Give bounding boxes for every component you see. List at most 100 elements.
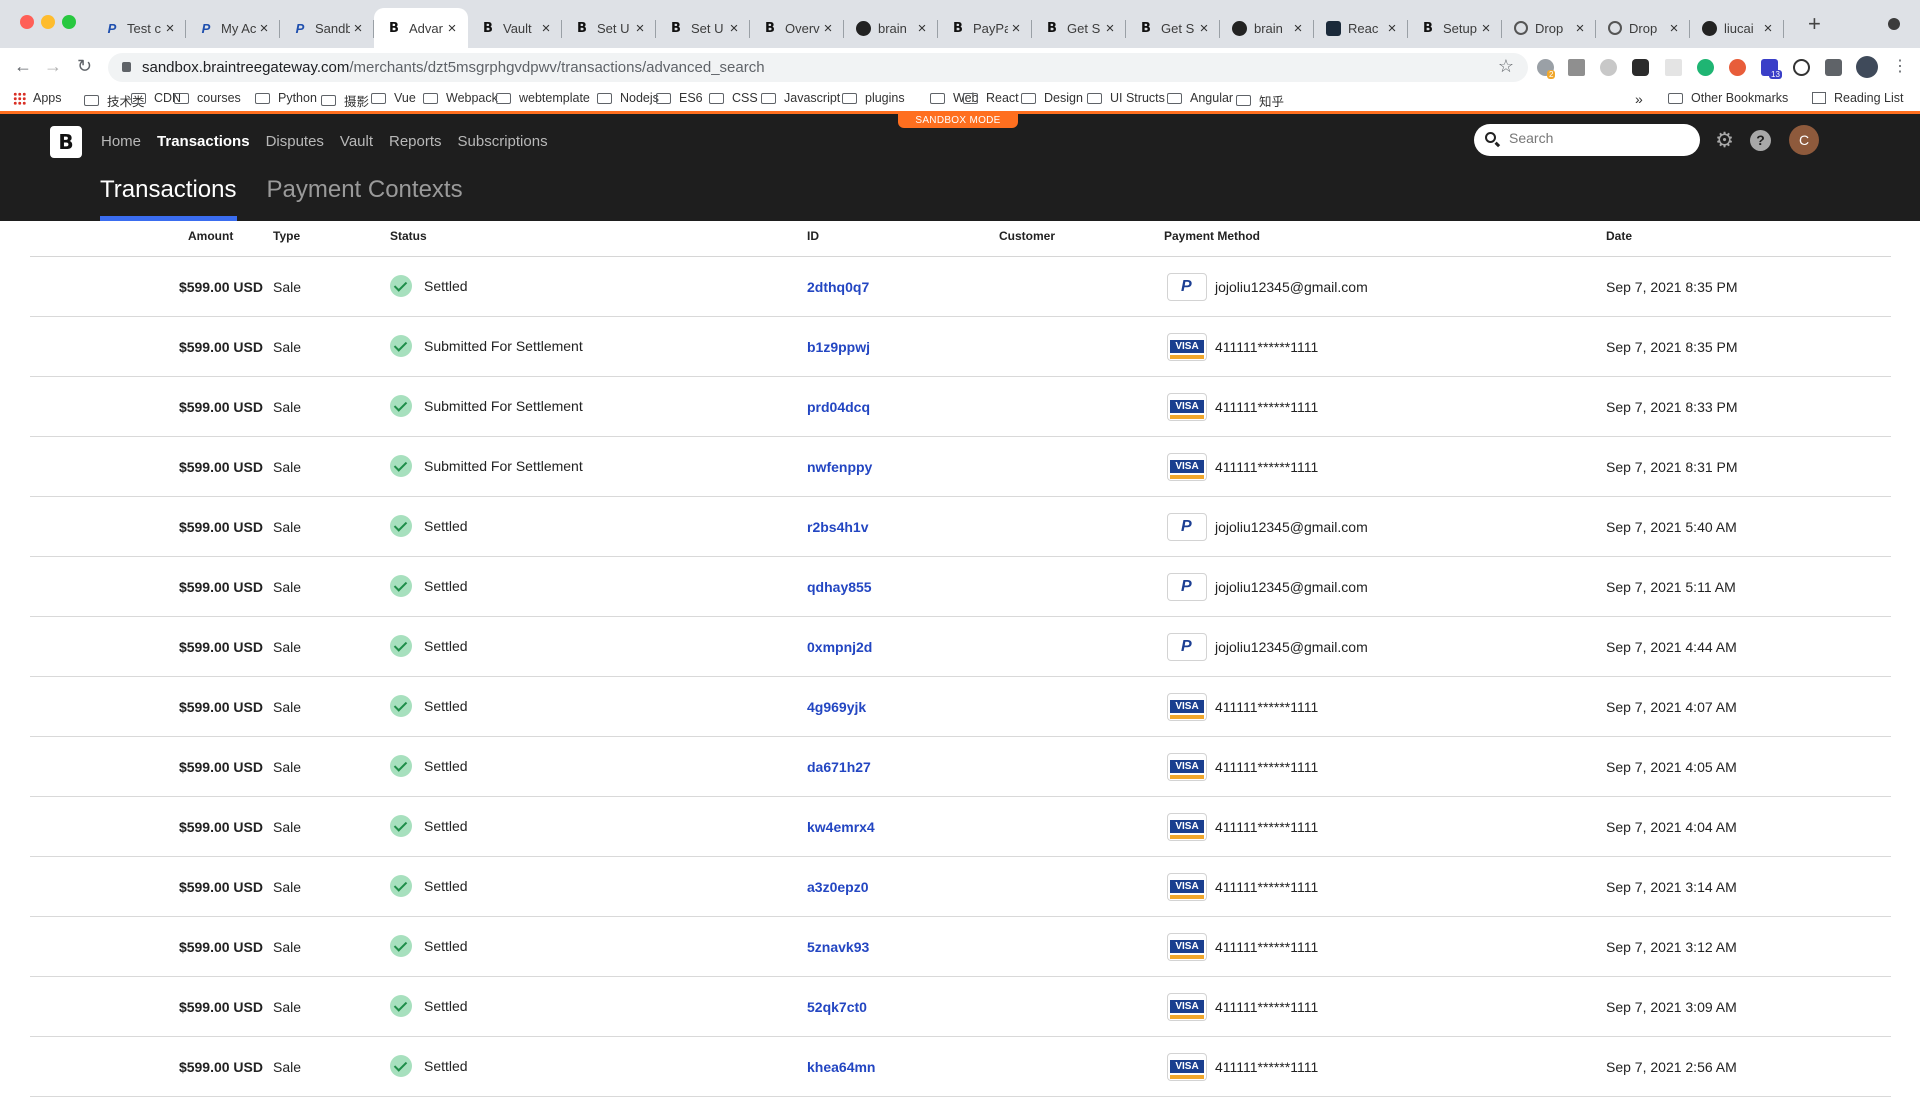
browser-tab[interactable]: brain × xyxy=(844,8,938,48)
column-header-status[interactable]: Status xyxy=(390,229,427,243)
column-header-amount[interactable]: Amount xyxy=(188,229,233,243)
bookmark-item[interactable]: plugins xyxy=(842,91,905,105)
new-tab-button[interactable]: + xyxy=(1808,13,1821,35)
close-tab-icon[interactable]: × xyxy=(256,20,272,37)
gear-icon[interactable]: ⚙ xyxy=(1714,130,1735,151)
table-row[interactable]: $599.00 USD Sale Settled 0xmpnj2d jojoliu123… xyxy=(30,617,1891,677)
browser-tab[interactable]: B Set U × xyxy=(656,8,750,48)
transaction-id-link[interactable]: nwfenppy xyxy=(807,459,872,475)
bookmark-item[interactable]: Javascript xyxy=(761,91,840,105)
transaction-id-link[interactable]: kw4emrx4 xyxy=(807,819,875,835)
bookmark-item[interactable]: 摄影 xyxy=(321,91,369,110)
more-menu-icon[interactable]: ⋮ xyxy=(1892,56,1908,76)
close-tab-icon[interactable]: × xyxy=(726,20,742,37)
close-tab-icon[interactable]: × xyxy=(914,20,930,37)
table-row[interactable]: $599.00 USD Sale Settled 2dthq0q7 jojoliu123… xyxy=(30,257,1891,317)
close-tab-icon[interactable]: × xyxy=(1572,20,1588,37)
close-tab-icon[interactable]: × xyxy=(444,20,460,37)
nav-item-vault[interactable]: Vault xyxy=(340,133,373,150)
nav-item-subscriptions[interactable]: Subscriptions xyxy=(458,133,548,150)
close-tab-icon[interactable]: × xyxy=(162,20,178,37)
nav-item-reports[interactable]: Reports xyxy=(389,133,442,150)
bookmark-item[interactable]: React xyxy=(963,91,1019,105)
browser-tab[interactable]: B Get S × xyxy=(1126,8,1220,48)
column-header-customer[interactable]: Customer xyxy=(999,229,1055,243)
table-row[interactable]: $599.00 USD Sale Settled 5znavk93 VISA 411111… xyxy=(30,917,1891,977)
bookmark-item[interactable]: ES6 xyxy=(656,91,703,105)
bookmark-item[interactable]: Vue xyxy=(371,91,416,105)
browser-tab[interactable]: P Sandb × xyxy=(280,8,374,48)
transaction-id-link[interactable]: 4g969yjk xyxy=(807,699,866,715)
transaction-id-link[interactable]: r2bs4h1v xyxy=(807,519,868,535)
table-row[interactable]: $599.00 USD Sale Submitted For Settlement n… xyxy=(30,437,1891,497)
close-tab-icon[interactable]: × xyxy=(538,20,554,37)
table-row[interactable]: $599.00 USD Sale Settled khea64mn VISA 411111… xyxy=(30,1037,1891,1097)
maximize-window-button[interactable] xyxy=(62,15,76,29)
browser-tab[interactable]: liucai × xyxy=(1690,8,1784,48)
minimize-window-button[interactable] xyxy=(41,15,55,29)
table-row[interactable]: $599.00 USD Sale Settled kw4emrx4 VISA 411111… xyxy=(30,797,1891,857)
browser-tab[interactable]: brain × xyxy=(1220,8,1314,48)
reading-list[interactable]: Reading List xyxy=(1812,91,1904,105)
table-row[interactable]: $599.00 USD Sale Settled r2bs4h1v jojoliu123… xyxy=(30,497,1891,557)
block-icon[interactable] xyxy=(1793,59,1810,76)
close-tab-icon[interactable]: × xyxy=(1384,20,1400,37)
vue-devtools-icon[interactable] xyxy=(1568,59,1585,76)
extension-icon[interactable] xyxy=(1665,59,1682,76)
help-icon[interactable]: ? xyxy=(1750,130,1771,151)
table-row[interactable]: $599.00 USD Sale Settled 52qk7ct0 VISA 411111… xyxy=(30,977,1891,1037)
forward-arrow-icon[interactable]: → xyxy=(44,56,62,77)
reload-icon[interactable]: ↻ xyxy=(77,56,92,77)
close-tab-icon[interactable]: × xyxy=(1008,20,1024,37)
browser-tab[interactable]: B Advar × xyxy=(374,8,468,48)
transaction-id-link[interactable]: 2dthq0q7 xyxy=(807,279,869,295)
browser-tab[interactable]: B Get S × xyxy=(1032,8,1126,48)
extension-icon[interactable] xyxy=(1632,59,1649,76)
grammarly-icon[interactable] xyxy=(1697,59,1714,76)
user-avatar[interactable]: C xyxy=(1789,125,1819,155)
transaction-id-link[interactable]: 5znavk93 xyxy=(807,939,869,955)
back-arrow-icon[interactable]: ← xyxy=(14,56,32,77)
braintree-logo[interactable]: B xyxy=(50,126,82,158)
profile-avatar[interactable] xyxy=(1856,56,1878,78)
bookmark-item[interactable]: CSS xyxy=(709,91,758,105)
column-header-id[interactable]: ID xyxy=(807,229,819,243)
tab-payment-contexts[interactable]: Payment Contexts xyxy=(267,176,463,221)
transaction-id-link[interactable]: da671h27 xyxy=(807,759,871,775)
address-bar[interactable]: sandbox.braintreegateway.com/merchants/d… xyxy=(108,53,1528,82)
table-row[interactable]: $599.00 USD Sale Settled qdhay855 jojoliu123… xyxy=(30,557,1891,617)
browser-tab[interactable]: Drop × xyxy=(1596,8,1690,48)
tab-transactions[interactable]: Transactions xyxy=(100,176,237,221)
browser-tab[interactable]: B Overv × xyxy=(750,8,844,48)
column-header-payment-method[interactable]: Payment Method xyxy=(1164,229,1260,243)
transaction-id-link[interactable]: b1z9ppwj xyxy=(807,339,870,355)
tab-search-button[interactable] xyxy=(1888,18,1900,30)
close-tab-icon[interactable]: × xyxy=(1760,20,1776,37)
browser-tab[interactable]: Drop × xyxy=(1502,8,1596,48)
bookmark-item[interactable]: UI Structs xyxy=(1087,91,1165,105)
browser-tab[interactable]: B Setup × xyxy=(1408,8,1502,48)
browser-tab[interactable]: B PayPa × xyxy=(938,8,1032,48)
puzzle-extensions-icon[interactable] xyxy=(1825,59,1842,76)
close-tab-icon[interactable]: × xyxy=(1290,20,1306,37)
close-tab-icon[interactable]: × xyxy=(1478,20,1494,37)
table-row[interactable]: $599.00 USD Sale Settled 4g969yjk VISA 411111… xyxy=(30,677,1891,737)
browser-tab[interactable]: Reac × xyxy=(1314,8,1408,48)
bookmark-item[interactable]: webtemplate xyxy=(496,91,590,105)
table-row[interactable]: $599.00 USD Sale Submitted For Settlement b… xyxy=(30,317,1891,377)
transaction-id-link[interactable]: qdhay855 xyxy=(807,579,872,595)
transaction-id-link[interactable]: khea64mn xyxy=(807,1059,875,1075)
bookmark-item[interactable]: Angular xyxy=(1167,91,1233,105)
bookmark-star-icon[interactable]: ☆ xyxy=(1498,56,1514,77)
close-tab-icon[interactable]: × xyxy=(1666,20,1682,37)
search-box[interactable] xyxy=(1474,124,1700,156)
nav-item-home[interactable]: Home xyxy=(101,133,141,150)
close-tab-icon[interactable]: × xyxy=(820,20,836,37)
browser-tab[interactable]: B Set U × xyxy=(562,8,656,48)
search-input[interactable] xyxy=(1509,130,1689,146)
extension-icon[interactable] xyxy=(1729,59,1746,76)
extension-icon[interactable] xyxy=(1600,59,1617,76)
bookmark-item[interactable]: Webpack xyxy=(423,91,498,105)
browser-tab[interactable]: P Test c × xyxy=(92,8,186,48)
transaction-id-link[interactable]: a3z0epz0 xyxy=(807,879,868,895)
